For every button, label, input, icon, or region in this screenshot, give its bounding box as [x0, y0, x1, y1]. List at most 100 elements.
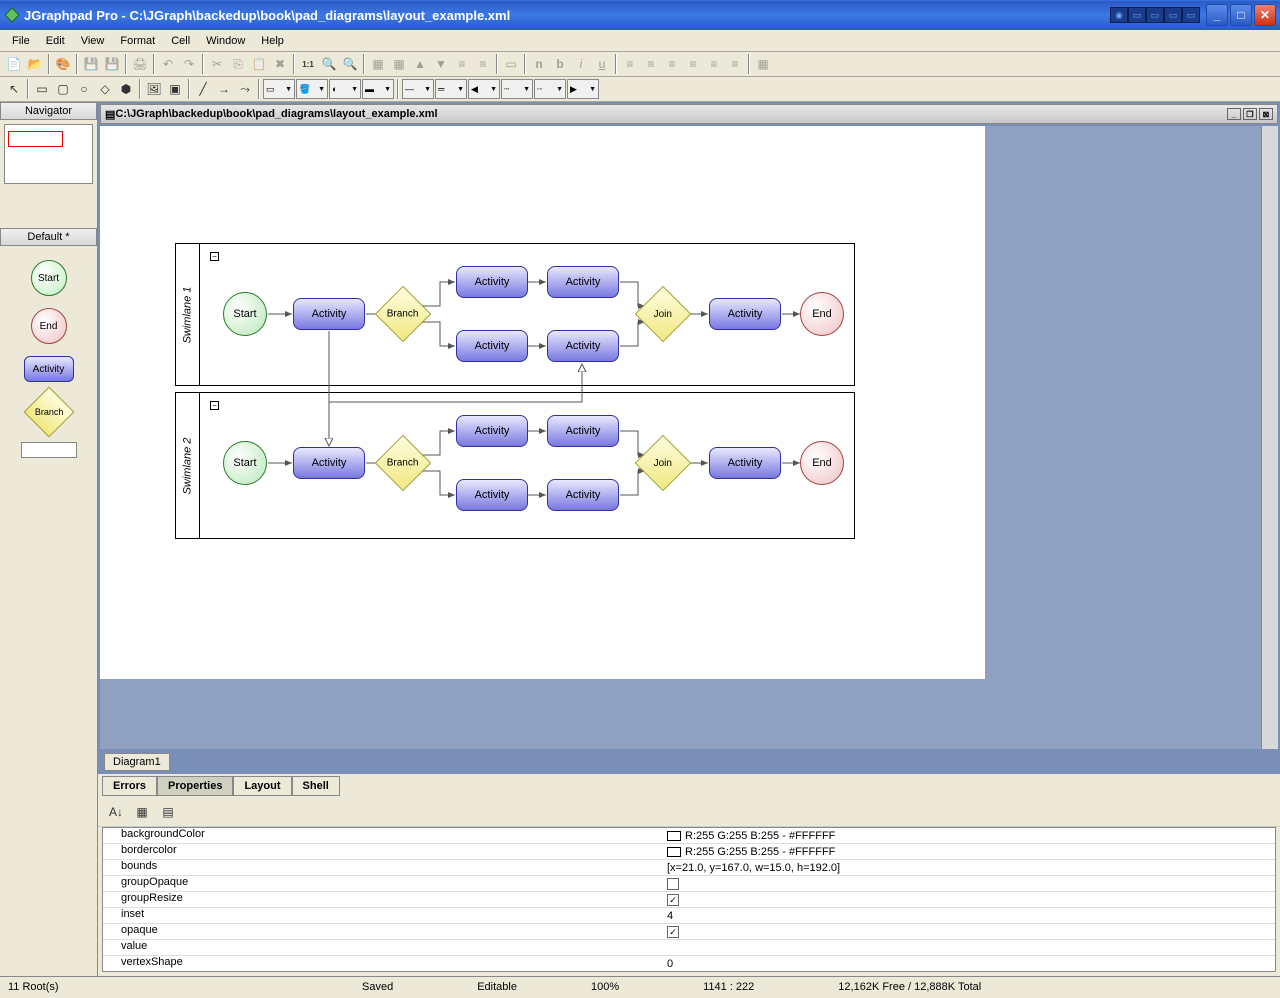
node-activity[interactable]: Activity — [456, 266, 528, 298]
node-activity[interactable]: Activity — [547, 266, 619, 298]
doc-tab-diagram1[interactable]: Diagram1 — [104, 753, 170, 771]
menu-file[interactable]: File — [4, 33, 38, 49]
property-value[interactable]: ✓ — [663, 892, 1275, 907]
cylinder-tool-icon[interactable]: ⬢ — [116, 79, 136, 99]
doc-maximize-icon[interactable]: ❐ — [1243, 108, 1257, 120]
maximize-button[interactable]: □ — [1230, 4, 1252, 26]
menu-window[interactable]: Window — [198, 33, 253, 49]
node-activity[interactable]: Activity — [293, 298, 365, 330]
property-row[interactable]: groupOpaque — [103, 876, 1275, 892]
property-row[interactable]: vertexShape0 — [103, 956, 1275, 972]
close-button[interactable]: ✕ — [1254, 4, 1276, 26]
grid-icon[interactable]: ▤ — [158, 802, 178, 822]
group-icon[interactable]: ▦ — [368, 54, 388, 74]
tab-errors[interactable]: Errors — [102, 776, 157, 796]
property-value[interactable]: 0 — [663, 956, 1275, 971]
property-value[interactable]: R:255 G:255 B:255 - #FFFFFF — [663, 844, 1275, 859]
undo-icon[interactable]: ↶ — [158, 54, 178, 74]
zoom-in-icon[interactable]: 🔍 — [319, 54, 339, 74]
palette-start[interactable]: Start — [31, 260, 67, 296]
select-tool-icon[interactable]: ↖ — [4, 79, 24, 99]
palette-branch[interactable]: Branch — [23, 387, 74, 438]
line-tool-icon[interactable]: ╱ — [193, 79, 213, 99]
palette-activity[interactable]: Activity — [24, 356, 74, 382]
zoom-out-icon[interactable]: 🔍 — [340, 54, 360, 74]
node-activity[interactable]: Activity — [709, 298, 781, 330]
collapse-icon[interactable]: − — [210, 252, 219, 261]
sort-icon[interactable]: A↓ — [106, 802, 126, 822]
tray-icon[interactable]: ▭ — [1128, 7, 1146, 23]
node-activity[interactable]: Activity — [293, 447, 365, 479]
tab-shell[interactable]: Shell — [292, 776, 340, 796]
dashstyle-dropdown[interactable]: ┄▼ — [501, 79, 533, 99]
property-value[interactable]: [x=21.0, y=167.0, w=15.0, h=192.0] — [663, 860, 1275, 875]
open-icon[interactable]: 📂 — [25, 54, 45, 74]
property-row[interactable]: groupResize✓ — [103, 892, 1275, 908]
saveall-icon[interactable]: 💾 — [102, 54, 122, 74]
bold-icon[interactable]: b — [550, 54, 570, 74]
gradient-dropdown[interactable]: ◐▼ — [329, 79, 361, 99]
property-row[interactable]: inset4 — [103, 908, 1275, 924]
node-activity[interactable]: Activity — [547, 330, 619, 362]
tab-layout[interactable]: Layout — [233, 776, 291, 796]
align-icon[interactable]: ▭ — [501, 54, 521, 74]
canvas[interactable]: Swimlane 1 − Swimlane 2 − — [100, 126, 985, 679]
align-middle-icon[interactable]: ≡ — [704, 54, 724, 74]
curve-tool-icon[interactable]: ⤳ — [235, 79, 255, 99]
palette-end[interactable]: End — [31, 308, 67, 344]
align-left-icon[interactable]: ≡ — [620, 54, 640, 74]
node-start[interactable]: Start — [223, 441, 267, 485]
menu-edit[interactable]: Edit — [38, 33, 73, 49]
align-right-icon[interactable]: ≡ — [662, 54, 682, 74]
menu-help[interactable]: Help — [253, 33, 292, 49]
dashstyle2-dropdown[interactable]: ┈▼ — [534, 79, 566, 99]
tab-properties[interactable]: Properties — [157, 776, 233, 796]
align-top-icon[interactable]: ≡ — [683, 54, 703, 74]
cut-icon[interactable]: ✂ — [207, 54, 227, 74]
align-icon[interactable]: ≡ — [473, 54, 493, 74]
export-tool-icon[interactable]: ▣ — [165, 79, 185, 99]
save-icon[interactable]: 💾 — [81, 54, 101, 74]
paste-icon[interactable]: 📋 — [249, 54, 269, 74]
categorize-icon[interactable]: ▦ — [132, 802, 152, 822]
node-activity[interactable]: Activity — [456, 415, 528, 447]
property-value[interactable] — [663, 940, 1275, 955]
node-activity[interactable]: Activity — [456, 330, 528, 362]
back-icon[interactable]: ▼ — [431, 54, 451, 74]
border-dropdown[interactable]: ▭▼ — [263, 79, 295, 99]
tray-icon[interactable]: ▭ — [1146, 7, 1164, 23]
roundrect-tool-icon[interactable]: ▢ — [53, 79, 73, 99]
tray-icon[interactable]: ▭ — [1164, 7, 1182, 23]
doc-close-icon[interactable]: ⊠ — [1259, 108, 1273, 120]
new-icon[interactable]: 📄 — [4, 54, 24, 74]
fill-dropdown[interactable]: 🪣▼ — [296, 79, 328, 99]
linestyle-dropdown[interactable]: —▼ — [402, 79, 434, 99]
front-icon[interactable]: ▲ — [410, 54, 430, 74]
node-activity[interactable]: Activity — [456, 479, 528, 511]
ungroup-icon[interactable]: ▦ — [389, 54, 409, 74]
normal-icon[interactable]: n — [529, 54, 549, 74]
node-start[interactable]: Start — [223, 292, 267, 336]
rect-tool-icon[interactable]: ▭ — [32, 79, 52, 99]
node-activity[interactable]: Activity — [547, 415, 619, 447]
arrowstart-dropdown[interactable]: ◀▼ — [468, 79, 500, 99]
minimize-button[interactable]: _ — [1206, 4, 1228, 26]
property-value[interactable]: ✓ — [663, 924, 1275, 939]
align-center-icon[interactable]: ≡ — [641, 54, 661, 74]
navigator-thumbnail[interactable] — [4, 124, 93, 184]
vertical-scrollbar[interactable] — [1261, 126, 1278, 749]
layout-icon[interactable]: ▦ — [753, 54, 773, 74]
property-value[interactable]: R:255 G:255 B:255 - #FFFFFF — [663, 828, 1275, 843]
copy-icon[interactable]: ⎘ — [228, 54, 248, 74]
palette-icon[interactable]: 🎨 — [53, 54, 73, 74]
align-icon[interactable]: ≡ — [452, 54, 472, 74]
linecolor-dropdown[interactable]: ▬▼ — [362, 79, 394, 99]
menu-cell[interactable]: Cell — [163, 33, 198, 49]
property-row[interactable]: bordercolorR:255 G:255 B:255 - #FFFFFF — [103, 844, 1275, 860]
property-row[interactable]: opaque✓ — [103, 924, 1275, 940]
arrowend-dropdown[interactable]: ▶▼ — [567, 79, 599, 99]
tray-icon[interactable]: ▭ — [1182, 7, 1200, 23]
zoom-11-icon[interactable]: 1:1 — [298, 54, 318, 74]
menu-view[interactable]: View — [73, 33, 113, 49]
palette-input[interactable] — [21, 442, 77, 458]
